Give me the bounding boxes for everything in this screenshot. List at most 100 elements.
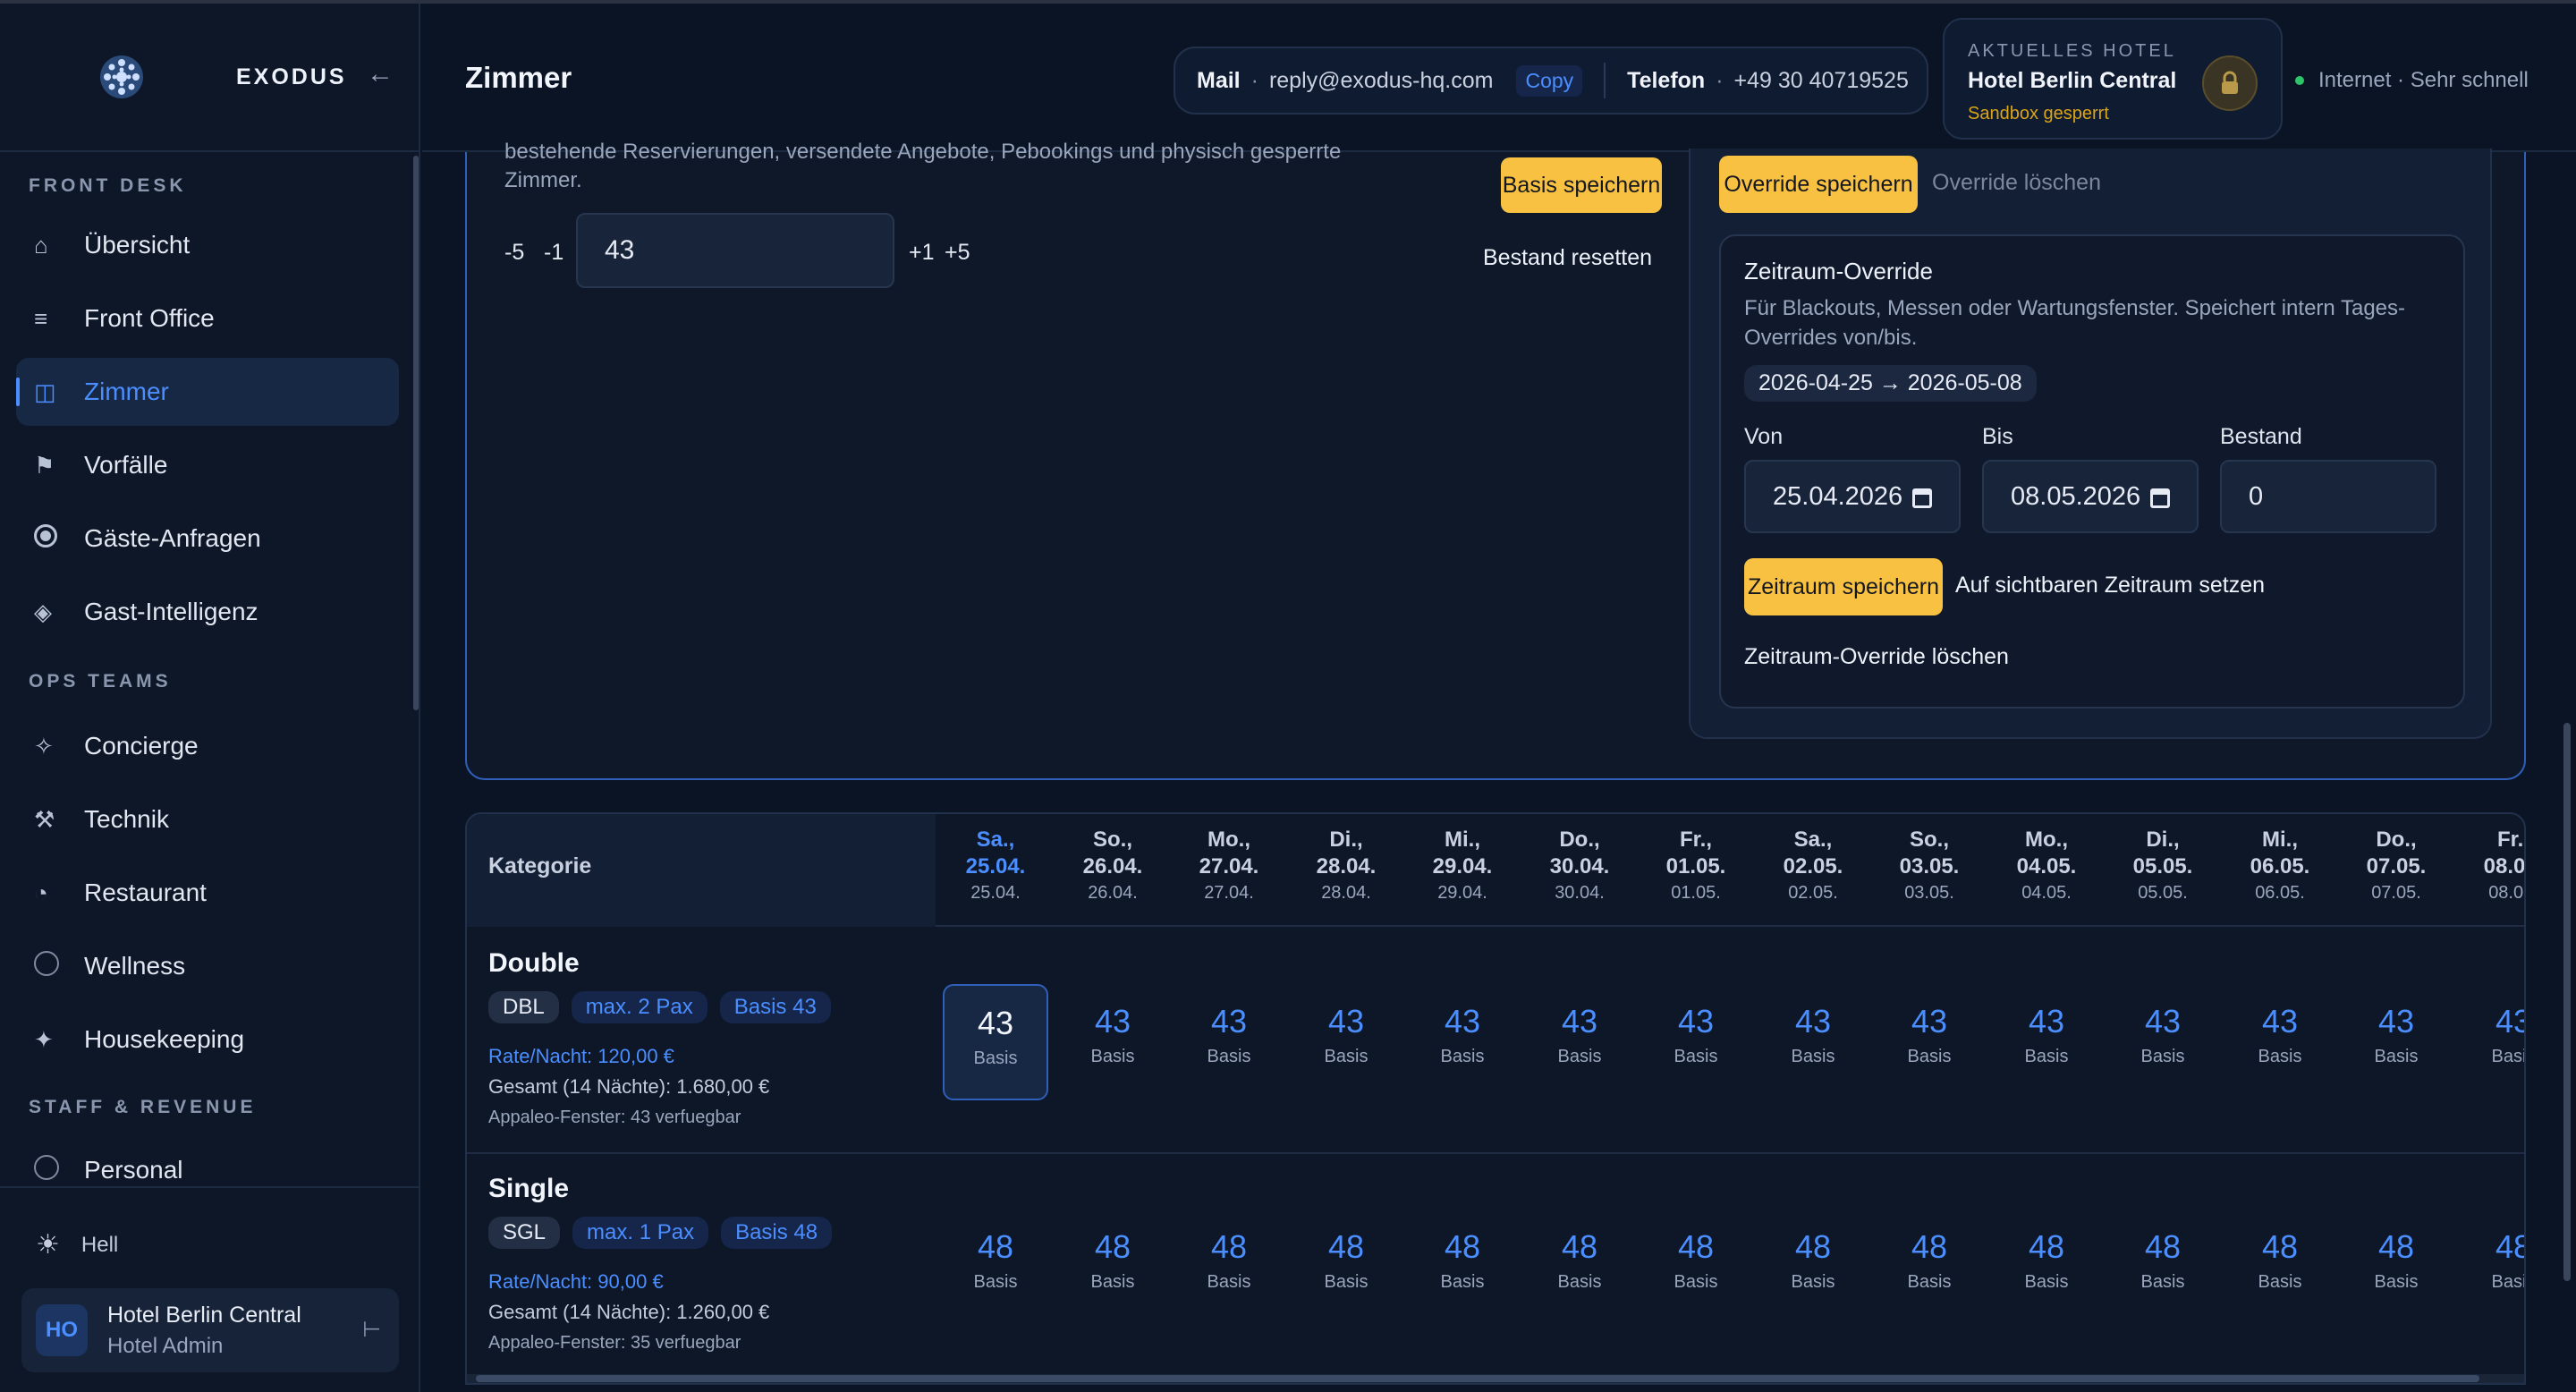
sidebar-item-housekeeping[interactable]: ✦ Housekeeping (16, 1006, 399, 1074)
sidebar-item-label: Restaurant (84, 878, 207, 906)
date-sub-label: 05.05. (2138, 883, 2188, 903)
stock-label: Bestand (2220, 424, 2302, 449)
sidebar-item-zimmer[interactable]: ◫ Zimmer (16, 358, 399, 426)
availability-cell[interactable]: 48 Basis (1643, 1210, 1749, 1326)
availability-cell[interactable]: 43 Basis (1760, 984, 1866, 1100)
availability-source: Basis (2140, 1047, 2185, 1066)
availability-cell[interactable]: 43 Basis (1060, 984, 1165, 1100)
availability-cell[interactable]: 43 Basis (1643, 984, 1749, 1100)
step-minus-5-button[interactable]: -5 (504, 240, 524, 266)
avatar: HO (36, 1304, 88, 1356)
availability-cell[interactable]: 48 Basis (943, 1210, 1048, 1326)
availability-source: Basis (2140, 1272, 2185, 1292)
logo-icon (100, 55, 143, 98)
base-stock-input[interactable]: 43 (576, 213, 894, 288)
sidebar-item-personal[interactable]: Personal (16, 1136, 399, 1204)
availability-cell[interactable]: 43 Basis (2461, 984, 2524, 1100)
availability-cell[interactable]: 43 Basis (1293, 984, 1399, 1100)
step-plus-1-button[interactable]: +1 (909, 240, 935, 266)
availability-window: Appaleo-Fenster: 35 verfuegbar (488, 1333, 741, 1353)
from-date-value: 25.04.2026 (1773, 482, 1903, 511)
sidebar-item-restaurant[interactable]: ◔ Restaurant (16, 859, 399, 927)
day-column-header: Mo., 04.05. 04.05. (1988, 827, 2105, 905)
date-label: 03.05. (1899, 854, 1960, 878)
sidebar-item-wellness[interactable]: Wellness (16, 932, 399, 1000)
date-sub-label: 30.04. (1555, 883, 1605, 903)
hotel-kicker: AKTUELLES HOTEL (1968, 41, 2176, 61)
availability-source: Basis (2374, 1272, 2419, 1292)
set-visible-range-button[interactable]: Auf sichtbaren Zeitraum setzen (1955, 573, 2265, 598)
calendar-icon[interactable] (1912, 488, 1932, 508)
save-base-button[interactable]: Basis speichern (1501, 157, 1662, 213)
availability-cell[interactable]: 43 Basis (1527, 984, 1632, 1100)
sidebar-item-technik[interactable]: ⚒ Technik (16, 785, 399, 853)
collapse-sidebar-icon[interactable]: ← (367, 59, 394, 89)
theme-toggle[interactable]: ☀ Hell (36, 1229, 118, 1260)
reset-stock-button[interactable]: Bestand resetten (1483, 245, 1652, 271)
stock-input[interactable]: 0 (2220, 460, 2436, 533)
sidebar-item-gast-intelligenz[interactable]: ◈ Gast-Intelligenz (16, 578, 399, 646)
delete-range-override-button[interactable]: Zeitraum-Override löschen (1744, 644, 2009, 670)
availability-cell[interactable]: 48 Basis (2343, 1210, 2449, 1326)
weekday-label: Mi., (2262, 828, 2298, 852)
sidebar-item-gaeste-anfragen[interactable]: Gäste-Anfragen (16, 505, 399, 573)
current-hotel-box[interactable]: AKTUELLES HOTEL Hotel Berlin Central San… (1943, 18, 2283, 140)
base-stock-editor: bestehende Reservierungen, versendete An… (465, 140, 2526, 780)
horizontal-scrollbar[interactable] (467, 1374, 2524, 1383)
save-override-button[interactable]: Override speichern (1719, 156, 1918, 213)
availability-cell[interactable]: 43 Basis (1994, 984, 2099, 1100)
copy-button[interactable]: Copy (1516, 64, 1583, 97)
sidebar-item-concierge[interactable]: ✧ Concierge (16, 712, 399, 780)
availability-source: Basis (1440, 1272, 1485, 1292)
availability-cell[interactable]: 48 Basis (1877, 1210, 1982, 1326)
override-panel: Override speichern Override löschen Zeit… (1689, 149, 2492, 739)
availability-value: 48 (1677, 1228, 1715, 1265)
save-range-button[interactable]: Zeitraum speichern (1744, 558, 1943, 615)
to-date-input[interactable]: 08.05.2026 (1982, 460, 2199, 533)
availability-cell[interactable]: 43 Basis (2110, 984, 2216, 1100)
step-plus-5-button[interactable]: +5 (945, 240, 970, 266)
availability-cell[interactable]: 48 Basis (2227, 1210, 2333, 1326)
sidebar-item-front-office[interactable]: ≡ Front Office (16, 284, 399, 352)
availability-cell[interactable]: 43 Basis (1410, 984, 1515, 1100)
logout-icon[interactable]: ⊢ (362, 1317, 381, 1343)
availability-cell[interactable]: 43 Basis (2227, 984, 2333, 1100)
availability-cell[interactable]: 48 Basis (1176, 1210, 1282, 1326)
sidebar-item-uebersicht[interactable]: ⌂ Übersicht (16, 211, 399, 279)
availability-cell[interactable]: 48 Basis (2461, 1210, 2524, 1326)
lock-button[interactable] (2202, 55, 2258, 111)
brand: EXODUS ← (0, 4, 420, 152)
availability-source: Basis (973, 1048, 1018, 1068)
availability-cell[interactable]: 43 Basis (1877, 984, 1982, 1100)
availability-cell[interactable]: 48 Basis (1410, 1210, 1515, 1326)
date-label: 29.04. (1432, 854, 1493, 878)
sidebar-item-vorfaelle[interactable]: ⚑ Vorfälle (16, 431, 399, 499)
availability-cell[interactable]: 48 Basis (2110, 1210, 2216, 1326)
date-label: 02.05. (1783, 854, 1843, 878)
main-scrollbar[interactable] (2563, 723, 2571, 1281)
availability-cell[interactable]: 48 Basis (1293, 1210, 1399, 1326)
user-card[interactable]: HO Hotel Berlin Central Hotel Admin ⊢ (21, 1288, 399, 1372)
availability-value: 43 (1561, 1003, 1598, 1040)
date-sub-label: 04.05. (2021, 883, 2072, 903)
from-date-input[interactable]: 25.04.2026 (1744, 460, 1961, 533)
sidebar-item-label: Zimmer (84, 378, 169, 405)
contact-pill: Mail · reply@exodus-hq.com Copy Telefon … (1174, 47, 1928, 115)
flag-icon: ⚑ (34, 451, 55, 479)
availability-cell[interactable]: 43 Basis (2343, 984, 2449, 1100)
date-label: 25.04. (965, 854, 1026, 878)
availability-cell[interactable]: 43 Basis (943, 984, 1048, 1100)
availability-cell[interactable]: 48 Basis (1760, 1210, 1866, 1326)
sidebar-scrollbar[interactable] (413, 156, 419, 710)
availability-cell[interactable]: 48 Basis (1994, 1210, 2099, 1326)
step-minus-1-button[interactable]: -1 (544, 240, 564, 266)
delete-override-button[interactable]: Override löschen (1932, 170, 2101, 196)
availability-cell[interactable]: 48 Basis (1527, 1210, 1632, 1326)
availability-cell[interactable]: 48 Basis (1060, 1210, 1165, 1326)
availability-cell[interactable]: 43 Basis (1176, 984, 1282, 1100)
availability-source: Basis (2491, 1272, 2524, 1292)
calendar-icon[interactable] (2150, 488, 2170, 508)
user-role: Hotel Admin (107, 1333, 224, 1358)
date-label: 06.05. (2250, 854, 2310, 878)
availability-value: 48 (1794, 1228, 1832, 1265)
